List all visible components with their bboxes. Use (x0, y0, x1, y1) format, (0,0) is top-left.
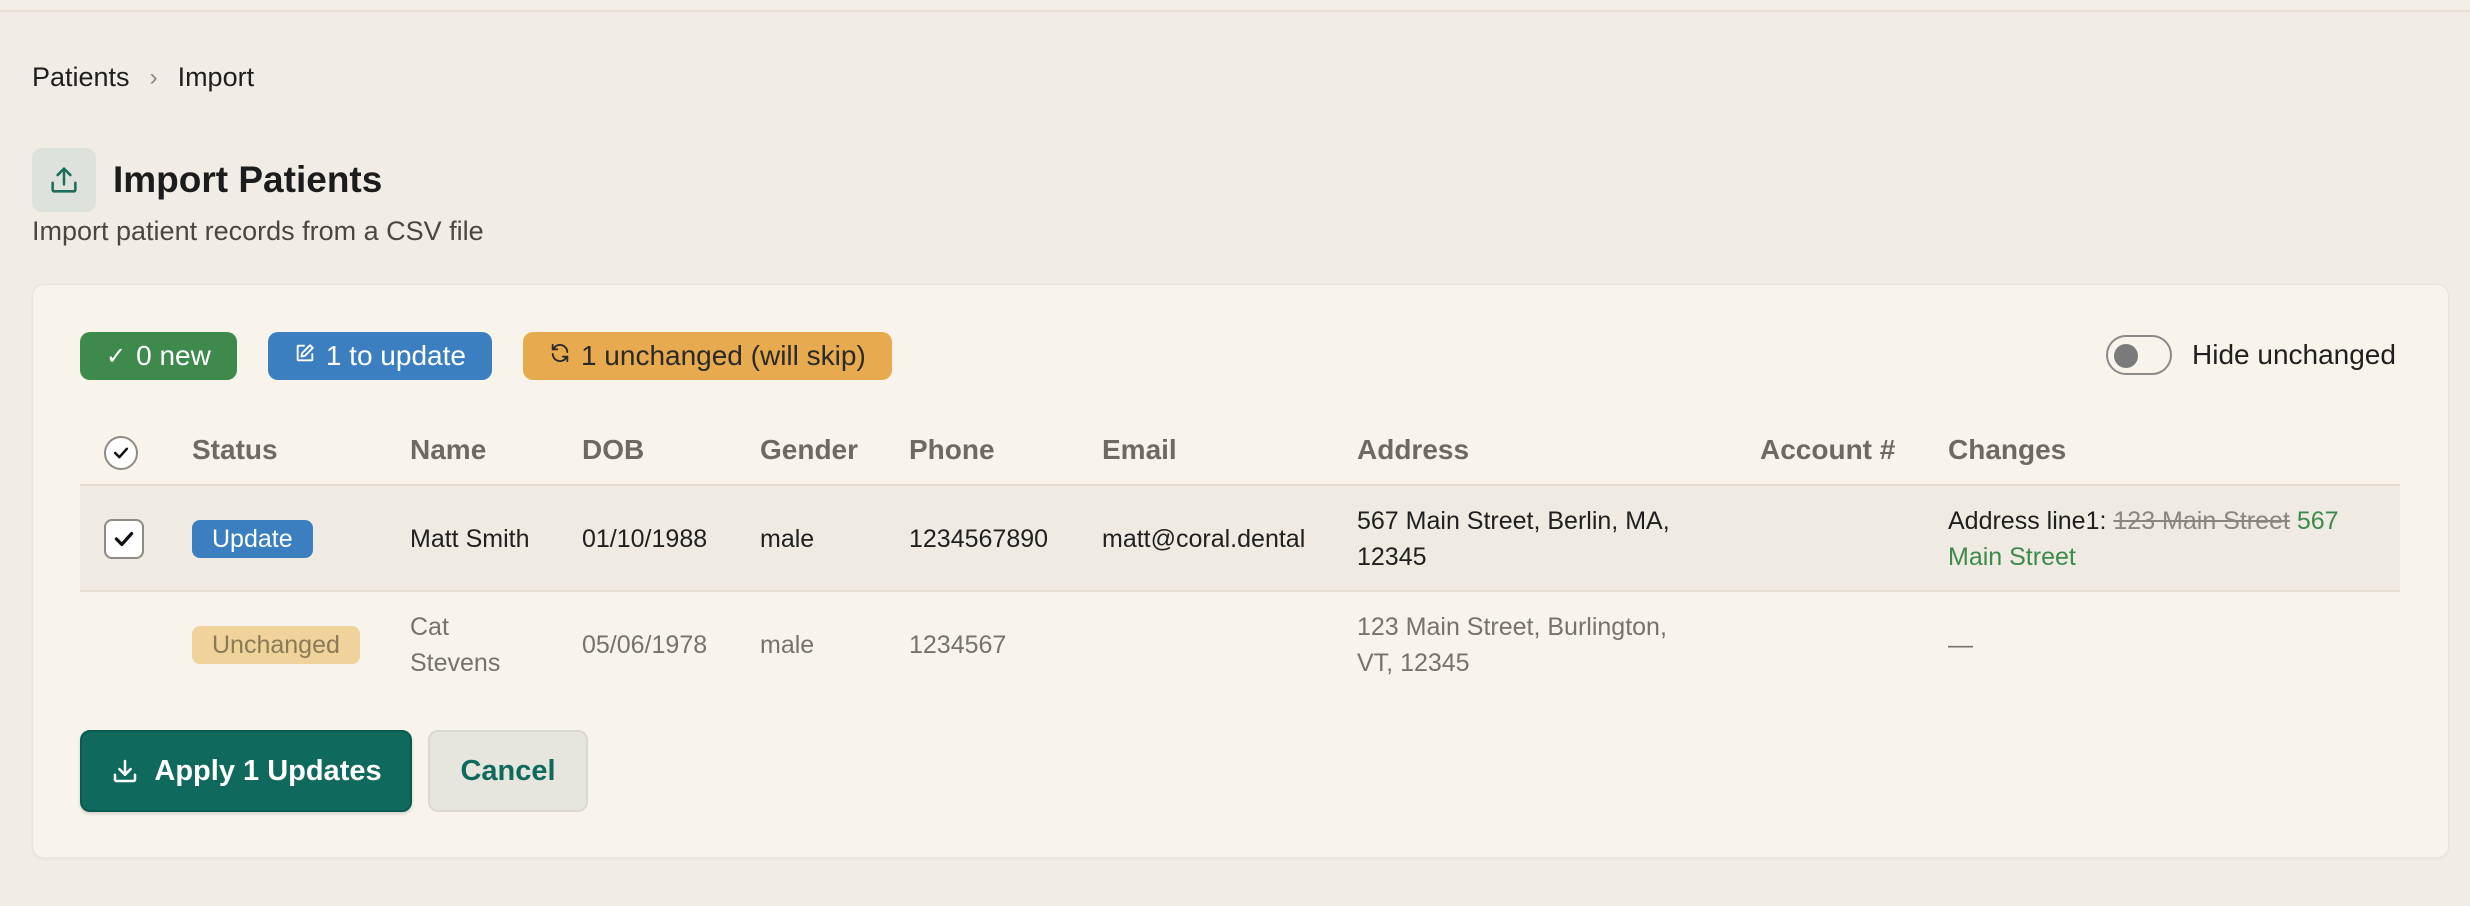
column-status: Status (192, 434, 278, 465)
patient-gender: male (760, 525, 815, 553)
breadcrumb-import: Import (177, 62, 255, 92)
apply-updates-label: Apply 1 Updates (154, 754, 382, 787)
import-table: Status Name DOB Gender Phone Email Addre… (80, 420, 2400, 698)
top-bar (0, 0, 2470, 12)
change-field-label: Address line1: (1948, 507, 2107, 535)
address-line-2: VT, 12345 (1357, 649, 1470, 677)
patient-address: 123 Main Street, Burlington, VT, 12345 (1357, 609, 1667, 681)
column-address: Address (1357, 434, 1470, 465)
refresh-icon (549, 342, 571, 371)
column-dob: DOB (582, 434, 645, 465)
patient-name: Cat Stevens (410, 609, 500, 681)
update-count-badge: 1 to update (267, 332, 492, 380)
column-gender: Gender (760, 434, 859, 465)
patient-dob: 01/10/1988 (582, 525, 708, 553)
apply-updates-button[interactable]: Apply 1 Updates (80, 730, 412, 812)
patient-email: matt@coral.dental (1102, 525, 1306, 553)
patient-gender: male (760, 631, 815, 659)
form-actions: Apply 1 Updates Cancel (80, 730, 588, 812)
page-title: Import Patients (113, 159, 383, 200)
patient-name-line-1: Cat (410, 613, 449, 641)
address-line-1: 567 Main Street, Berlin, MA, (1357, 507, 1670, 535)
address-line-1: 123 Main Street, Burlington, (1357, 613, 1667, 641)
check-icon: ✓ (106, 342, 127, 370)
status-badge: Unchanged (192, 626, 360, 664)
patient-phone: 1234567890 (909, 525, 1049, 553)
hide-unchanged-toggle[interactable] (2106, 335, 2172, 375)
cancel-button[interactable]: Cancel (428, 730, 588, 812)
download-icon (110, 756, 140, 786)
select-all-checkbox[interactable] (104, 436, 138, 470)
column-email: Email (1102, 434, 1177, 465)
column-phone: Phone (909, 434, 995, 465)
title-row: Import Patients (32, 148, 382, 212)
change-new-value-part2: Main Street (1948, 543, 2076, 571)
change-new-value-part1: 567 (2296, 507, 2339, 535)
summary-badges: ✓ 0 new 1 to update 1 unchanged (will sk… (80, 332, 892, 380)
edit-icon (294, 342, 316, 371)
new-count-badge: ✓ 0 new (80, 332, 237, 380)
page-subtitle: Import patient records from a CSV file (32, 216, 484, 246)
unchanged-count-badge: 1 unchanged (will skip) (522, 332, 892, 380)
address-line-2: 12345 (1357, 543, 1427, 571)
chevron-right-icon: › (149, 63, 158, 91)
column-account: Account # (1760, 434, 1896, 465)
patient-changes: Address line1: 123 Main Street 567 Main … (1948, 503, 2339, 575)
column-name: Name (410, 434, 487, 465)
patient-name-line-2: Stevens (410, 649, 501, 677)
hide-unchanged-label: Hide unchanged (2192, 339, 2396, 370)
table-row: Unchanged Cat Stevens 05/06/1978 male 12… (80, 592, 2400, 698)
column-changes: Changes (1948, 434, 2067, 465)
table-row[interactable]: Update Matt Smith 01/10/1988 male 123456… (80, 486, 2400, 592)
patient-dob: 05/06/1978 (582, 631, 708, 659)
update-count-label: 1 to update (325, 340, 466, 371)
change-old-value: 123 Main Street (2113, 507, 2290, 535)
breadcrumb: Patients › Import (32, 62, 254, 93)
hide-unchanged-control: Hide unchanged (2106, 335, 2396, 375)
patient-changes: — (1948, 631, 1973, 659)
row-checkbox[interactable] (104, 519, 144, 559)
patient-name: Matt Smith (410, 525, 530, 553)
breadcrumb-patients[interactable]: Patients (32, 62, 130, 93)
status-badge: Update (192, 520, 313, 558)
new-count-label: 0 new (136, 340, 211, 371)
patient-phone: 1234567 (909, 631, 1007, 659)
toggle-knob (2114, 344, 2138, 368)
upload-icon (32, 148, 96, 212)
unchanged-count-label: 1 unchanged (will skip) (580, 340, 866, 371)
table-header: Status Name DOB Gender Phone Email Addre… (80, 420, 2400, 486)
patient-address: 567 Main Street, Berlin, MA, 12345 (1357, 503, 1670, 575)
